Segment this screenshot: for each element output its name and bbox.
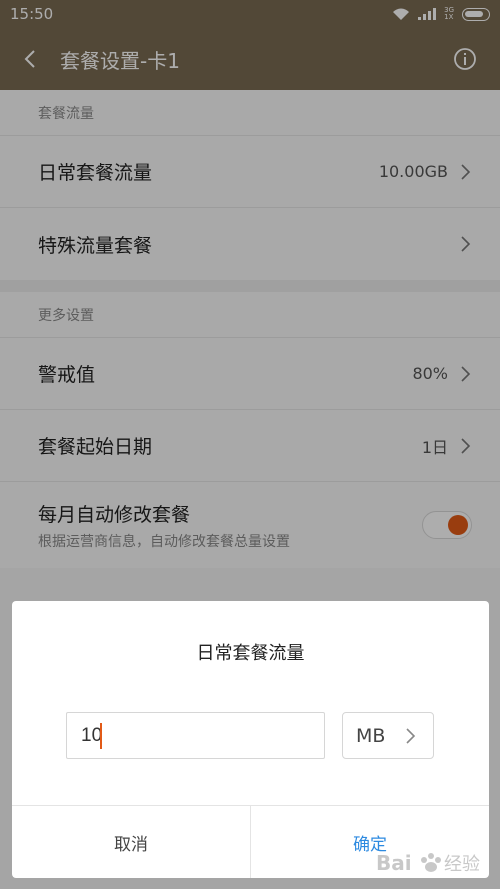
chevron-right-icon bbox=[406, 727, 416, 744]
cancel-button[interactable]: 取消 bbox=[12, 806, 251, 878]
baidu-watermark-logo: Bai 经验 bbox=[376, 851, 480, 875]
dialog-title: 日常套餐流量 bbox=[196, 643, 305, 664]
unit-value: MB bbox=[356, 724, 386, 747]
unit-select[interactable]: MB bbox=[342, 712, 434, 759]
svg-text:经验: 经验 bbox=[444, 854, 480, 875]
daily-data-dialog: 日常套餐流量 MB 取消 确定 bbox=[12, 601, 489, 878]
svg-text:Bai: Bai bbox=[376, 851, 412, 875]
text-caret bbox=[100, 723, 102, 749]
data-amount-input[interactable] bbox=[66, 712, 325, 759]
